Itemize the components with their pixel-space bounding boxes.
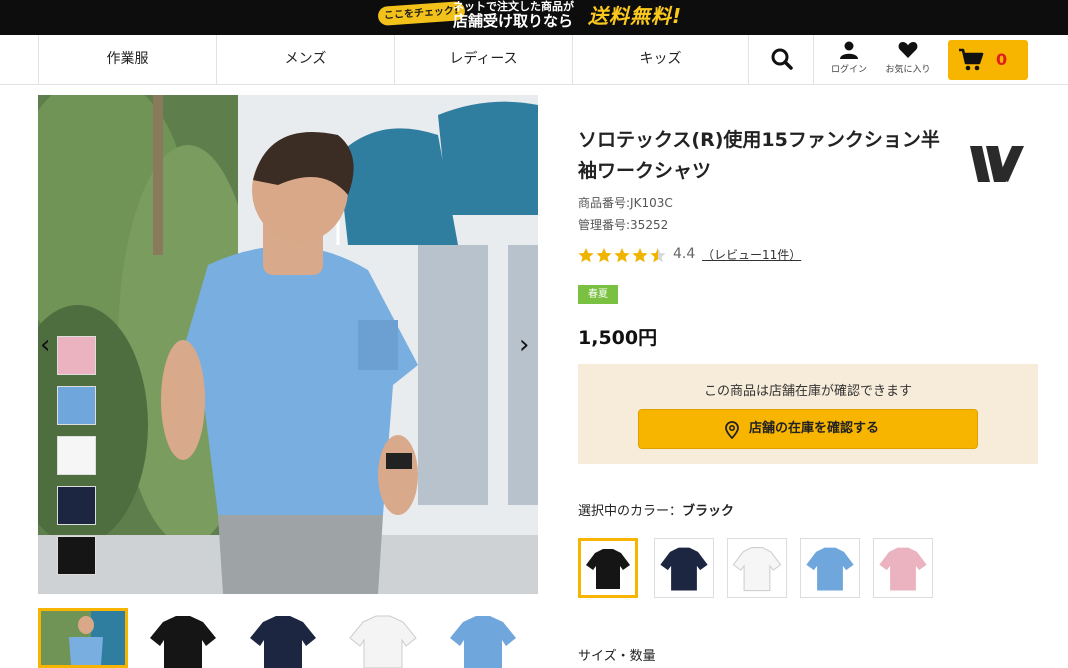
color-option-black[interactable] [578, 538, 638, 598]
check-store-stock-label: 店舗の在庫を確認する [749, 421, 880, 436]
nav-item-mens[interactable]: メンズ [216, 35, 394, 84]
cart-icon [959, 48, 984, 71]
color-option-sax[interactable] [800, 538, 860, 598]
user-icon [840, 41, 858, 59]
login-button[interactable]: ログイン [822, 35, 876, 84]
image-swatch-white[interactable] [57, 436, 96, 475]
size-quantity-heading: サイズ・数量 [578, 649, 656, 664]
shirt-white-icon [732, 547, 782, 592]
shirt-sax-icon [806, 547, 854, 591]
promo-badge: ここをチェック! [377, 1, 466, 26]
rating-stars [578, 245, 668, 265]
image-swatch-black[interactable] [57, 536, 96, 575]
check-store-stock-button[interactable]: 店舗の在庫を確認する [638, 409, 978, 449]
shirt-pink-icon [879, 547, 927, 591]
color-option-navy[interactable] [654, 538, 714, 598]
shirt-sax-thumb [450, 616, 516, 668]
item-number: 商品番号:JK103C [578, 196, 673, 210]
selected-color-label: 選択中のカラー：ブラック [578, 500, 734, 519]
shirt-black-icon [586, 549, 630, 589]
store-stock-message: この商品は店舗在庫が確認できます [703, 384, 912, 399]
promo-line2: 店舗受け取りなら [453, 12, 574, 30]
image-swatch-pink[interactable] [57, 336, 96, 375]
thumbnail-photo [41, 611, 125, 665]
search-icon [771, 48, 793, 70]
next-image-arrow[interactable]: › [519, 330, 529, 360]
prev-image-arrow[interactable]: ‹ [40, 330, 50, 360]
rating-value: 4.4 [673, 246, 696, 262]
location-pin-icon [725, 421, 739, 439]
favorites-button[interactable]: お気に入り [880, 35, 936, 84]
color-option-pink[interactable] [873, 538, 933, 598]
brand-logo[interactable] [968, 144, 1024, 188]
thumbnail-3[interactable] [238, 608, 328, 668]
shirt-white-thumb [349, 615, 417, 668]
selected-color-name: ブラック [682, 504, 735, 519]
color-label-prefix: 選択中のカラー： [578, 504, 683, 519]
product-price: 1,500円 [578, 327, 658, 349]
heart-icon [898, 42, 918, 58]
store-stock-box: この商品は店舗在庫が確認できます 店舗の在庫を確認する [578, 364, 1038, 464]
promo-highlight: 送料無料! [588, 4, 683, 28]
login-label: ログイン [830, 65, 867, 75]
shirt-navy-thumb [250, 616, 316, 668]
image-swatch-navy[interactable] [57, 486, 96, 525]
cart-count: 0 [996, 50, 1008, 69]
nav-item-workwear[interactable]: 作業服 [38, 35, 216, 84]
nav-item-kids[interactable]: キッズ [572, 35, 748, 84]
product-main-image[interactable] [38, 95, 538, 594]
promo-banner[interactable]: ここをチェック! ネットで注文した商品が 店舗受け取りなら 送料無料! [0, 0, 1068, 35]
product-photo [38, 95, 538, 594]
thumbnail-2[interactable] [138, 608, 228, 668]
management-number: 管理番号:35252 [578, 218, 669, 232]
product-title: ソロテックス(R)使用15ファンクション半袖ワークシャツ [578, 129, 940, 182]
image-swatch-sax[interactable] [57, 386, 96, 425]
shirt-black-thumb [150, 616, 216, 668]
thumbnail-4[interactable] [338, 608, 428, 668]
star-icons [578, 248, 666, 263]
favorites-label: お気に入り [885, 65, 931, 75]
nav-item-ladies[interactable]: レディース [394, 35, 572, 84]
shirt-navy-icon [660, 547, 708, 591]
cart-button[interactable]: 0 [948, 40, 1028, 80]
brand-logo-icon [970, 146, 1024, 182]
main-nav: 作業服 メンズ レディース キッズ ログイン お気に入り 0 [0, 35, 1068, 85]
thumbnail-1[interactable] [38, 608, 128, 668]
search-button[interactable] [748, 35, 814, 84]
thumbnail-5[interactable] [438, 608, 528, 668]
season-badge: 春夏 [578, 285, 618, 304]
color-option-white[interactable] [727, 538, 787, 598]
review-link[interactable]: （レビュー11件） [702, 246, 801, 263]
